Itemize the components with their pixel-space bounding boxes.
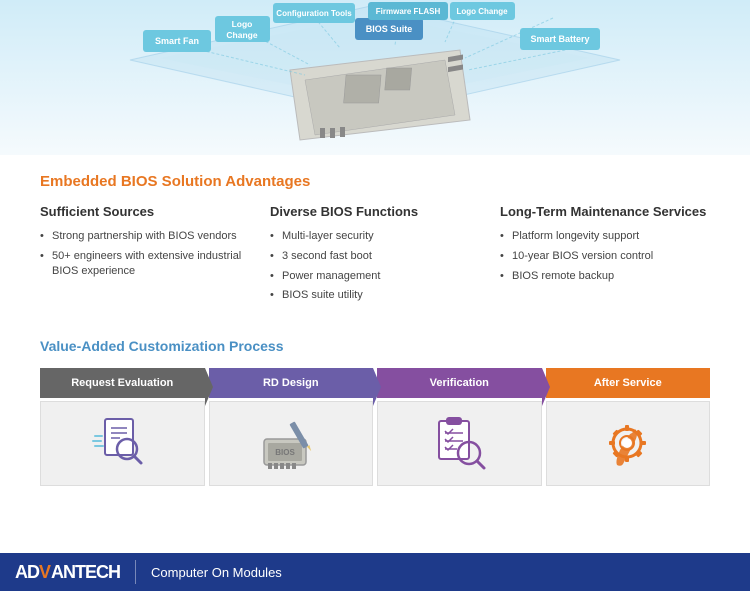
section-title: Embedded BIOS Solution Advantages — [40, 173, 710, 190]
value-added-title: Value-Added Customization Process — [40, 338, 710, 354]
step1-banner: Request Evaluation — [40, 368, 205, 398]
brand-highlight: V — [39, 562, 51, 583]
process-steps-row: Request Evaluation — [40, 368, 710, 486]
step3-icon-box — [377, 401, 542, 486]
svg-text:Firmware FLASH: Firmware FLASH — [376, 7, 441, 16]
footer: ADVANTECH Computer On Modules — [0, 553, 750, 591]
col3-title: Long-Term Maintenance Services — [500, 204, 710, 221]
col2-item-1: Multi-layer security — [270, 229, 480, 244]
step2-label: RD Design — [263, 377, 319, 389]
after-service-icon — [595, 411, 660, 476]
step-after-service: After Service — [546, 368, 711, 486]
svg-text:Smart Fan: Smart Fan — [155, 36, 199, 46]
col3-item-1: Platform longevity support — [500, 229, 710, 244]
col-longterm: Long-Term Maintenance Services Platform … — [500, 204, 710, 308]
step1-icon-box — [40, 401, 205, 486]
step4-banner: After Service — [546, 368, 711, 398]
col1-item-1: Strong partnership with BIOS vendors — [40, 229, 250, 244]
svg-text:Change: Change — [226, 30, 257, 40]
step4-icon-box — [546, 401, 711, 486]
col1-item-2: 50+ engineers with extensive industrial … — [40, 249, 250, 279]
step3-banner: Verification — [377, 368, 542, 398]
footer-tagline: Computer On Modules — [151, 565, 282, 580]
col3-item-3: BIOS remote backup — [500, 269, 710, 284]
brand-suffix: ANTECH — [51, 562, 120, 583]
footer-logo: ADVANTECH — [15, 562, 120, 583]
step-verification: Verification — [377, 368, 542, 486]
col2-title: Diverse BIOS Functions — [270, 204, 480, 221]
col1-title: Sufficient Sources — [40, 204, 250, 221]
col2-item-4: BIOS suite utility — [270, 288, 480, 303]
rd-design-icon: BIOS — [256, 411, 326, 476]
value-added-section: Value-Added Customization Process Reques… — [0, 338, 750, 486]
col3-list: Platform longevity support 10-year BIOS … — [500, 229, 710, 284]
step1-label: Request Evaluation — [71, 377, 173, 389]
svg-text:BIOS: BIOS — [275, 448, 295, 457]
step-request-eval: Request Evaluation — [40, 368, 205, 486]
top-diagram: Smart Fan Logo Change Configuration Tool… — [0, 0, 750, 155]
svg-text:Configuration Tools: Configuration Tools — [276, 9, 352, 18]
svg-text:BIOS Suite: BIOS Suite — [366, 24, 413, 34]
col-sufficient-sources: Sufficient Sources Strong partnership wi… — [40, 204, 250, 308]
step2-icon-box: BIOS — [209, 401, 374, 486]
svg-text:Logo Change: Logo Change — [456, 7, 508, 16]
verification-icon — [427, 411, 492, 476]
col-diverse-bios: Diverse BIOS Functions Multi-layer secur… — [270, 204, 480, 308]
request-eval-icon — [90, 411, 155, 476]
three-col-section: Sufficient Sources Strong partnership wi… — [40, 204, 710, 308]
step3-label: Verification — [430, 377, 489, 389]
col3-item-2: 10-year BIOS version control — [500, 249, 710, 264]
svg-text:Smart Battery: Smart Battery — [530, 34, 589, 44]
step4-label: After Service — [594, 377, 662, 389]
step2-banner: RD Design — [209, 368, 374, 398]
col1-list: Strong partnership with BIOS vendors 50+… — [40, 229, 250, 279]
col2-list: Multi-layer security 3 second fast boot … — [270, 229, 480, 303]
svg-text:Logo: Logo — [232, 19, 253, 29]
col2-item-2: 3 second fast boot — [270, 249, 480, 264]
step-rd-design: RD Design BIOS — [209, 368, 374, 486]
footer-divider — [135, 560, 136, 584]
brand-prefix: AD — [15, 562, 39, 583]
main-content: Embedded BIOS Solution Advantages Suffic… — [0, 155, 750, 338]
col2-item-3: Power management — [270, 269, 480, 284]
